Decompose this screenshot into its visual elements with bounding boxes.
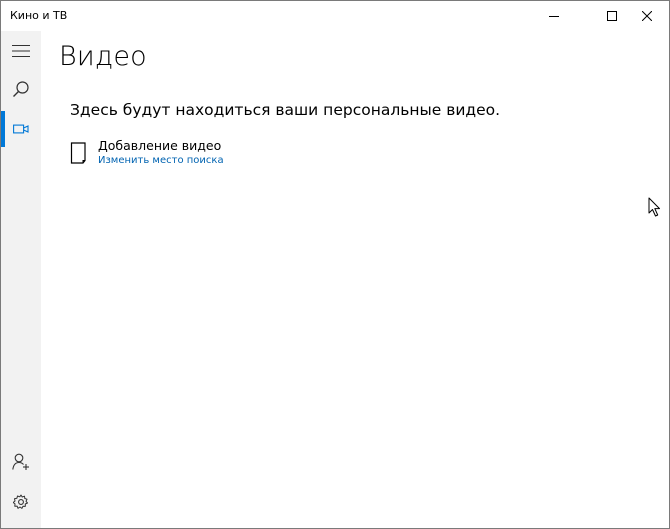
page-title: Видео [59, 41, 147, 72]
maximize-icon [607, 11, 617, 21]
minimize-icon [549, 16, 559, 17]
gear-icon [13, 494, 28, 509]
document-icon[interactable] [70, 142, 88, 164]
app-window: Кино и ТВ Видео Здесь будут находиться в… [0, 0, 670, 529]
add-video-label[interactable]: Добавление видео [98, 138, 221, 153]
video-camera-icon [13, 124, 29, 134]
add-video-section: Добавление видео Изменить место поиска [70, 138, 270, 172]
sidebar-item-account[interactable] [1, 442, 41, 482]
window-title: Кино и ТВ [10, 9, 68, 22]
change-search-location-link[interactable]: Изменить место поиска [98, 155, 224, 166]
close-icon [642, 11, 652, 21]
hamburger-icon [12, 45, 30, 57]
sidebar-item-search[interactable] [1, 69, 41, 109]
hamburger-menu-button[interactable] [1, 31, 41, 71]
close-button[interactable] [624, 1, 669, 31]
mouse-cursor-icon [648, 197, 660, 217]
main-content: Видео Здесь будут находиться ваши персон… [41, 31, 669, 528]
minimize-button[interactable] [531, 1, 577, 31]
selection-indicator [1, 111, 5, 147]
account-add-icon [12, 453, 29, 470]
title-bar[interactable]: Кино и ТВ [1, 1, 669, 31]
navigation-sidebar [1, 31, 41, 528]
sidebar-item-video[interactable] [1, 109, 41, 149]
empty-state-message: Здесь будут находиться ваши персональные… [70, 101, 501, 119]
sidebar-item-settings[interactable] [1, 482, 41, 522]
search-icon [13, 81, 29, 97]
